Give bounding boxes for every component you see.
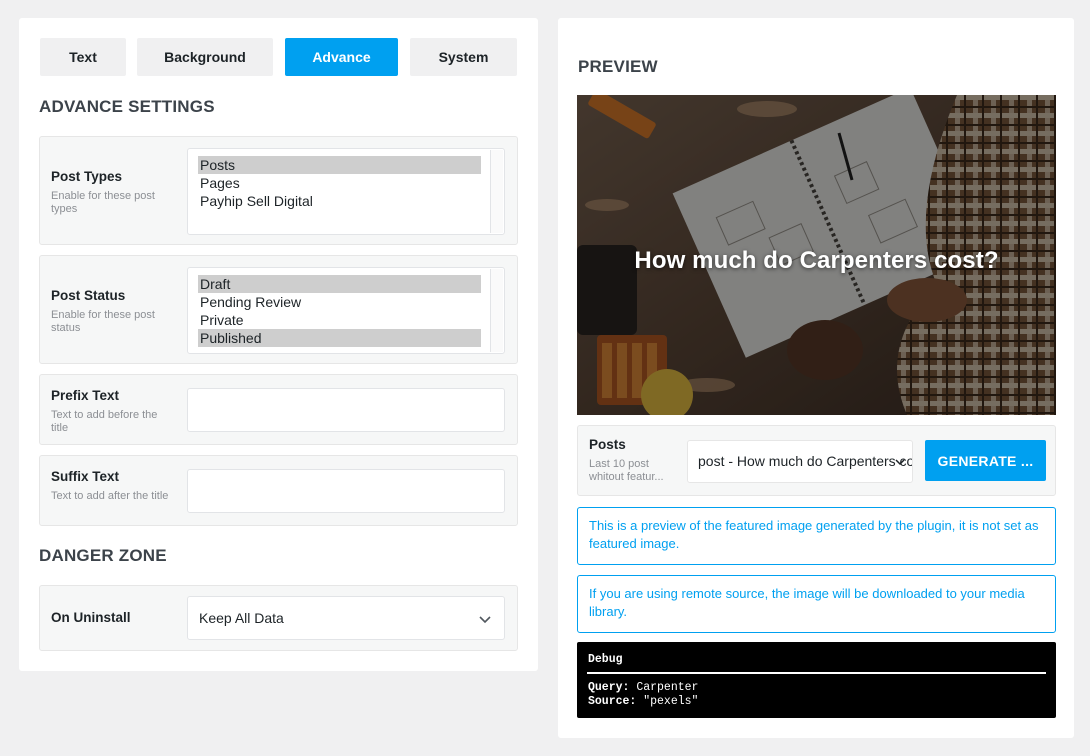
advance-settings-heading: ADVANCE SETTINGS [39,97,215,116]
suffix-text-field: Suffix Text Text to add after the title [39,455,518,526]
post-types-option-pages[interactable]: Pages [198,174,481,192]
debug-query-value: Carpenter [636,681,699,694]
prefix-text-label: Prefix Text [51,388,120,403]
on-uninstall-value: Keep All Data [199,610,284,626]
post-status-option-private[interactable]: Private [198,311,481,329]
debug-query-key: Query: [588,681,630,694]
post-types-field: Post Types Enable for these post types P… [39,136,518,245]
posts-label: Posts [589,437,626,452]
prefix-text-description: Text to add before the title [51,409,158,434]
post-status-scrollbar[interactable] [490,269,503,352]
posts-field: Posts Last 10 post whitout featur... pos… [577,425,1056,496]
post-types-description: Enable for these post types [51,190,155,215]
suffix-text-input[interactable] [187,469,505,513]
post-status-description: Enable for these post status [51,309,155,334]
debug-panel: Debug Query: Carpenter Source: "pexels" [577,642,1056,718]
prefix-text-input[interactable] [187,388,505,432]
danger-zone-heading: DANGER ZONE [39,546,167,565]
caret-down-icon [895,459,905,466]
tab-advance[interactable]: Advance [285,38,398,76]
chevron-down-icon [479,616,491,624]
debug-title: Debug [588,653,623,666]
debug-source-key: Source: [588,695,637,708]
post-types-scrollbar[interactable] [490,150,503,233]
post-types-option-payhip[interactable]: Payhip Sell Digital [198,192,481,210]
debug-source-value: "pexels" [643,695,699,708]
post-types-option-posts[interactable]: Posts [198,156,481,174]
remote-source-notice: If you are using remote source, the imag… [577,575,1056,633]
preview-headline: How much do Carpenters cost? [634,247,999,274]
preview-notice: This is a preview of the featured image … [577,507,1056,565]
prefix-text-field: Prefix Text Text to add before the title [39,374,518,445]
featured-image-preview: How much do Carpenters cost? [577,95,1056,415]
preview-heading: PREVIEW [578,57,658,76]
on-uninstall-field: On Uninstall Keep All Data [39,585,518,651]
posts-description: Last 10 post whitout featur... [589,458,664,483]
tab-system[interactable]: System [410,38,517,76]
debug-source: Source: "pexels" [588,695,698,708]
debug-divider [587,672,1046,674]
on-uninstall-label: On Uninstall [51,610,131,625]
post-types-label: Post Types [51,169,123,184]
preview-panel: PREVIEW How much do Carpenters cost? Pos… [558,18,1074,738]
post-status-label: Post Status [51,288,126,303]
generate-button[interactable]: GENERATE ... [925,440,1046,481]
post-status-field: Post Status Enable for these post status… [39,255,518,364]
posts-select-value: post - How much do Carpenters cost? [698,453,913,469]
debug-query: Query: Carpenter [588,681,698,694]
tab-background[interactable]: Background [137,38,273,76]
tab-text[interactable]: Text [40,38,126,76]
post-status-option-pending[interactable]: Pending Review [198,293,481,311]
suffix-text-label: Suffix Text [51,469,120,484]
posts-select[interactable]: post - How much do Carpenters cost? [687,440,913,483]
post-types-listbox[interactable]: Posts Pages Payhip Sell Digital [187,148,505,235]
post-status-option-draft[interactable]: Draft [198,275,481,293]
post-status-option-published[interactable]: Published [198,329,481,347]
settings-panel: Text Background Advance System ADVANCE S… [19,18,538,671]
post-status-listbox[interactable]: Draft Pending Review Private Published [187,267,505,354]
on-uninstall-select[interactable]: Keep All Data [187,596,505,640]
suffix-text-description: Text to add after the title [51,490,169,502]
